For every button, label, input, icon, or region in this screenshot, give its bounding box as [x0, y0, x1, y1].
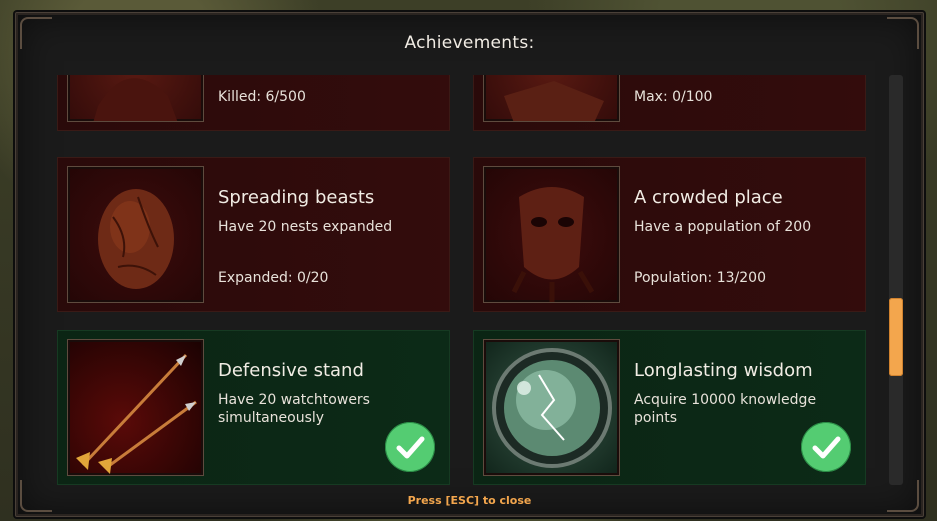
arrows-icon	[67, 339, 204, 476]
scrollbar-track[interactable]	[889, 75, 903, 485]
scrollbar-thumb[interactable]	[889, 298, 903, 376]
achievement-progress: Population: 13/200	[634, 270, 766, 286]
close-hint: Press [ESC] to close	[407, 494, 532, 507]
completed-check-icon	[801, 422, 851, 472]
dialog-title: Achievements:	[404, 33, 535, 53]
completed-check-icon	[385, 422, 435, 472]
achievement-title: Longlasting wisdom	[634, 360, 813, 381]
achievement-title: Spreading beasts	[218, 187, 375, 208]
achievements-dialog: Achievements: Killed: 6/500 Max: 0/100 S…	[15, 12, 924, 517]
achievement-title: Defensive stand	[218, 360, 364, 381]
achievement-card-completed[interactable]: Defensive stand Have 20 watchtowers simu…	[57, 330, 450, 485]
creature-icon	[67, 75, 204, 122]
achievement-title: A crowded place	[634, 187, 783, 208]
achievement-progress: Killed: 6/500	[218, 89, 306, 105]
crystal-orb-icon	[483, 339, 620, 476]
achievement-description: Have a population of 200	[634, 219, 812, 235]
achievement-card[interactable]: Killed: 6/500	[57, 75, 450, 131]
achievement-progress: Max: 0/100	[634, 89, 713, 105]
tribal-mask-icon	[483, 166, 620, 303]
achievement-card[interactable]: Max: 0/100	[473, 75, 866, 131]
goods-icon	[483, 75, 620, 122]
achievement-card-completed[interactable]: Longlasting wisdom Acquire 10000 knowled…	[473, 330, 866, 485]
achievement-description: Have 20 nests expanded	[218, 219, 393, 235]
achievement-card[interactable]: A crowded place Have a population of 200…	[473, 157, 866, 312]
egg-icon	[67, 166, 204, 303]
achievement-progress: Expanded: 0/20	[218, 270, 329, 286]
achievement-list[interactable]: Killed: 6/500 Max: 0/100 Spreading beast…	[57, 75, 869, 485]
achievement-card[interactable]: Spreading beasts Have 20 nests expanded …	[57, 157, 450, 312]
